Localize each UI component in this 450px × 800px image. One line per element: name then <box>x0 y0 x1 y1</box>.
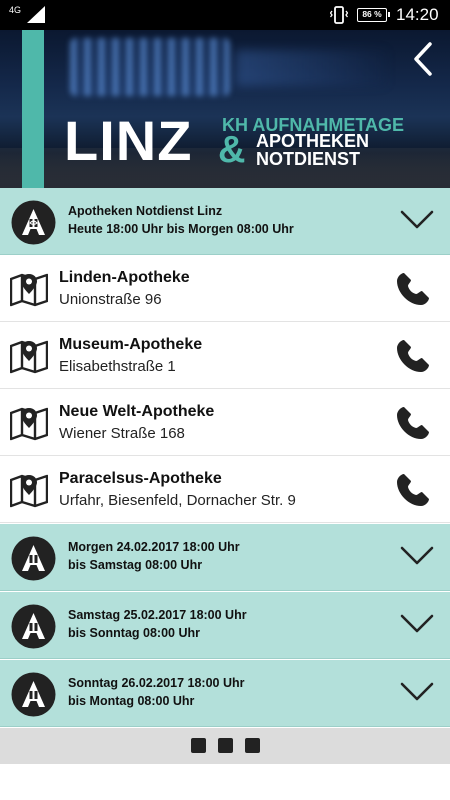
section-title: Morgen 24.02.2017 18:00 Uhr <box>68 540 240 554</box>
logo-subtitle-2: APOTHEKEN <box>256 131 370 151</box>
pager-dot[interactable] <box>245 738 260 753</box>
footer-pager <box>0 728 450 764</box>
phone-icon[interactable] <box>395 338 431 374</box>
apotheke-a-logo-icon <box>11 672 56 717</box>
map-pin-icon[interactable] <box>10 338 48 374</box>
logo-ampersand: & <box>218 129 246 171</box>
chevron-down-icon[interactable] <box>400 545 434 567</box>
section-title: Apotheken Notdienst Linz <box>68 204 223 218</box>
logo-subtitle-3: NOTDIENST <box>256 149 361 169</box>
chevron-down-icon[interactable] <box>400 613 434 635</box>
phone-icon[interactable] <box>395 472 431 508</box>
section-header-today[interactable]: Apotheken Notdienst Linz Heute 18:00 Uhr… <box>0 188 450 255</box>
pager-dot[interactable] <box>191 738 206 753</box>
vibrate-icon <box>330 6 348 24</box>
logo-main-text: LINZ <box>64 109 193 172</box>
pharmacy-name: Paracelsus-Apotheke <box>59 470 222 487</box>
pharmacy-name: Linden-Apotheke <box>59 269 190 286</box>
pharmacy-address: Unionstraße 96 <box>59 291 162 308</box>
section-header-upcoming[interactable]: Sonntag 26.02.2017 18:00 Uhr bis Montag … <box>0 660 450 727</box>
network-type: 4G <box>9 5 22 15</box>
battery-indicator: 86 % <box>357 8 390 22</box>
banner-light-decoration <box>236 50 386 86</box>
pharmacy-item[interactable]: Paracelsus-Apotheke Urfahr, Biesenfeld, … <box>0 456 450 523</box>
pharmacy-address: Wiener Straße 168 <box>59 425 185 442</box>
chevron-down-icon[interactable] <box>400 681 434 703</box>
status-bar: 4G 86 % 14:20 <box>0 0 450 30</box>
section-title: Samstag 25.02.2017 18:00 Uhr <box>68 608 247 622</box>
apotheke-a-logo-icon <box>11 604 56 649</box>
pharmacy-item[interactable]: Linden-Apotheke Unionstraße 96 <box>0 255 450 322</box>
phone-icon[interactable] <box>395 271 431 307</box>
banner-accent-stripe <box>22 30 44 188</box>
pharmacy-address: Elisabethstraße 1 <box>59 358 176 375</box>
map-pin-icon[interactable] <box>10 472 48 508</box>
section-header-upcoming[interactable]: Samstag 25.02.2017 18:00 Uhr bis Sonntag… <box>0 592 450 659</box>
pharmacy-name: Neue Welt-Apotheke <box>59 403 215 420</box>
map-pin-icon[interactable] <box>10 405 48 441</box>
pharmacy-item[interactable]: Neue Welt-Apotheke Wiener Straße 168 <box>0 389 450 456</box>
apotheke-a-logo-icon <box>11 200 56 245</box>
section-subtitle: bis Sonntag 08:00 Uhr <box>68 626 200 640</box>
map-pin-icon[interactable] <box>10 271 48 307</box>
section-subtitle: bis Samstag 08:00 Uhr <box>68 558 203 572</box>
banner-light-decoration <box>70 38 230 96</box>
section-subtitle: Heute 18:00 Uhr bis Morgen 08:00 Uhr <box>68 222 294 236</box>
section-header-upcoming[interactable]: Morgen 24.02.2017 18:00 Uhr bis Samstag … <box>0 524 450 591</box>
pharmacy-name: Museum-Apotheke <box>59 336 203 353</box>
back-button[interactable] <box>408 41 438 77</box>
pharmacy-address: Urfahr, Biesenfeld, Dornacher Str. 9 <box>59 492 296 509</box>
section-subtitle: bis Montag 08:00 Uhr <box>68 694 195 708</box>
phone-icon[interactable] <box>395 405 431 441</box>
signal-icon <box>27 6 45 23</box>
chevron-down-icon[interactable] <box>400 209 434 231</box>
clock: 14:20 <box>396 5 439 24</box>
pager-dot[interactable] <box>218 738 233 753</box>
apotheke-a-logo-icon <box>11 536 56 581</box>
section-title: Sonntag 26.02.2017 18:00 Uhr <box>68 676 245 690</box>
pharmacy-item[interactable]: Museum-Apotheke Elisabethstraße 1 <box>0 322 450 389</box>
